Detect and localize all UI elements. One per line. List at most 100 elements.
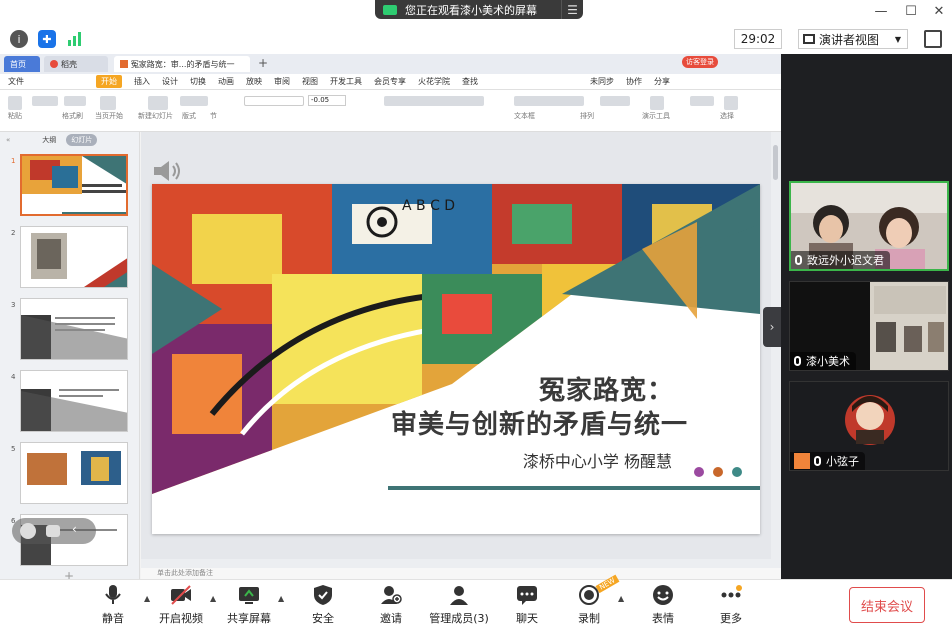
participant-tile[interactable]: 致远外小迟文君 (789, 181, 949, 271)
wps-collab[interactable]: 协作 (626, 76, 642, 87)
end-meeting-button[interactable]: 结束会议 (849, 587, 925, 623)
wps-menu-insert[interactable]: 插入 (134, 76, 150, 87)
slide-thumbnail-3[interactable] (20, 298, 128, 360)
speaker-icon (152, 158, 182, 184)
wps-login-button[interactable]: 访客登录 (682, 56, 718, 68)
wps-menu-view[interactable]: 视图 (302, 76, 318, 87)
video-button[interactable]: 开启视频 (149, 584, 213, 626)
shield-icon[interactable]: ✚ (38, 30, 56, 48)
ribbon-label-layout: 版式 (182, 112, 196, 120)
wps-menu-file[interactable]: 文件 (8, 76, 24, 87)
floating-controls[interactable]: ‹ (12, 518, 96, 544)
slide-number: 5 (11, 445, 16, 453)
members-button[interactable]: 管理成员(3) (426, 584, 492, 626)
security-button[interactable]: 安全 (291, 584, 355, 626)
menu-icon[interactable]: ☰ (561, 0, 583, 19)
tab-outline[interactable]: 大纲 (42, 135, 56, 145)
ribbon-label-present-tools: 演示工具 (642, 112, 670, 120)
view-mode-dropdown[interactable]: 演讲者视图 ▼ (798, 29, 908, 49)
wps-menu-college[interactable]: 火花学院 (418, 76, 450, 87)
slide-thumbnail-5[interactable] (20, 442, 128, 504)
wps-tab-home[interactable]: 首页 (4, 56, 40, 72)
notes-area[interactable]: 单击此处添加备注 (141, 568, 781, 579)
slide-number: 4 (11, 373, 16, 381)
emoji-icon[interactable] (20, 523, 36, 539)
present-tools-icon[interactable] (650, 96, 664, 110)
chevron-left-icon[interactable]: ‹ (72, 522, 77, 536)
presenter-view-icon (803, 34, 815, 44)
wps-tab-daoke[interactable]: 稻壳 (44, 56, 108, 72)
chevron-up-icon[interactable]: ▲ (618, 594, 624, 603)
play-from-current-icon[interactable] (100, 96, 116, 110)
chevron-up-icon[interactable]: ▲ (278, 594, 284, 603)
paste-icon[interactable] (8, 96, 22, 110)
wps-menu-start[interactable]: 开始 (96, 75, 122, 88)
find-tools[interactable] (690, 96, 714, 106)
wps-tab-document[interactable]: 冤家路宽：审...的矛盾与统一 (114, 56, 250, 72)
drawing-tools[interactable] (514, 96, 584, 106)
wps-menu-animation[interactable]: 动画 (218, 76, 234, 87)
slide-thumbnail-1[interactable] (20, 154, 128, 216)
slide-thumbnail-2[interactable] (20, 226, 128, 288)
tab-slides[interactable]: 幻灯片 (66, 134, 98, 146)
wps-menu-review[interactable]: 审阅 (274, 76, 290, 87)
participant-tile[interactable]: 小弦子 (789, 381, 949, 471)
participant-name: 小弦子 (826, 455, 859, 468)
view-mode-label: 演讲者视图 (819, 32, 880, 47)
chevron-down-icon: ▼ (894, 34, 901, 44)
vertical-scroll-thumb[interactable] (773, 145, 778, 180)
current-slide[interactable]: A B C D 冤家路宽： 审美与创新的矛盾与统一 漆桥中心小学 杨醒慧 (152, 184, 760, 534)
slide-author: 漆桥中心小学 杨醒慧 (522, 452, 672, 471)
participant-tile[interactable]: 漆小美术 (789, 281, 949, 371)
share-screen-label: 共享屏幕 (227, 612, 271, 625)
wps-menu-design[interactable]: 设计 (162, 76, 178, 87)
collapse-panel-icon[interactable]: « (6, 136, 10, 144)
wps-share[interactable]: 分享 (654, 76, 670, 87)
record-button[interactable]: 录制 (557, 584, 621, 626)
participant-name: 漆小美术 (806, 355, 850, 368)
ppt-file-icon (120, 60, 128, 68)
slide-thumbnail-4[interactable] (20, 370, 128, 432)
slide-number: 3 (11, 301, 16, 309)
wps-tab-daoke-label: 稻壳 (61, 59, 77, 69)
maximize-button[interactable]: ☐ (900, 2, 922, 20)
wps-menu-member[interactable]: 会员专享 (374, 76, 406, 87)
close-button[interactable]: ✕ (928, 2, 950, 20)
new-tab-icon[interactable]: + (258, 56, 268, 70)
invite-button[interactable]: 邀请 (359, 584, 423, 626)
chat-icon[interactable] (46, 525, 60, 537)
minimize-button[interactable]: — (870, 2, 892, 20)
mute-button[interactable]: 静音 (81, 584, 145, 626)
replace-tools[interactable] (600, 96, 630, 106)
font-family-select[interactable] (244, 96, 304, 106)
wps-menu-transition[interactable]: 切换 (190, 76, 206, 87)
panel-tabs: « 大纲 幻灯片 (0, 133, 140, 147)
font-size-field[interactable]: -0.05 (308, 95, 346, 106)
chevron-up-icon[interactable]: ▲ (210, 594, 216, 603)
wps-menu-search[interactable]: 查找 (462, 76, 478, 87)
ribbon-label-section: 节 (210, 112, 217, 120)
layout-icon[interactable] (180, 96, 208, 106)
microphone-icon (795, 255, 802, 265)
ribbon-label-arrange: 排列 (580, 112, 594, 120)
new-slide-icon[interactable] (148, 96, 168, 110)
microphone-icon (794, 356, 801, 366)
wps-sync-status[interactable]: 未同步 (590, 76, 614, 87)
paragraph-tools[interactable] (384, 96, 484, 106)
copy-icon[interactable] (64, 96, 86, 106)
horizontal-scrollbar[interactable] (141, 559, 781, 568)
wps-menu-slideshow[interactable]: 放映 (246, 76, 262, 87)
select-icon[interactable] (724, 96, 738, 110)
wps-menu-devtools[interactable]: 开发工具 (330, 76, 362, 87)
fullscreen-icon[interactable] (924, 30, 942, 48)
cut-icon[interactable] (32, 96, 58, 106)
ribbon-label-paste: 粘贴 (8, 112, 22, 120)
collapse-participants-icon[interactable]: › (763, 307, 781, 347)
info-icon[interactable]: i (10, 30, 28, 48)
share-screen-button[interactable]: 共享屏幕 (217, 584, 281, 626)
emoji-button[interactable]: 表情 (631, 584, 695, 626)
ribbon-label-textbox: 文本框 (514, 112, 535, 120)
chat-button[interactable]: 聊天 (495, 584, 559, 626)
signal-icon[interactable] (66, 30, 84, 48)
more-button[interactable]: 更多 (699, 584, 763, 626)
